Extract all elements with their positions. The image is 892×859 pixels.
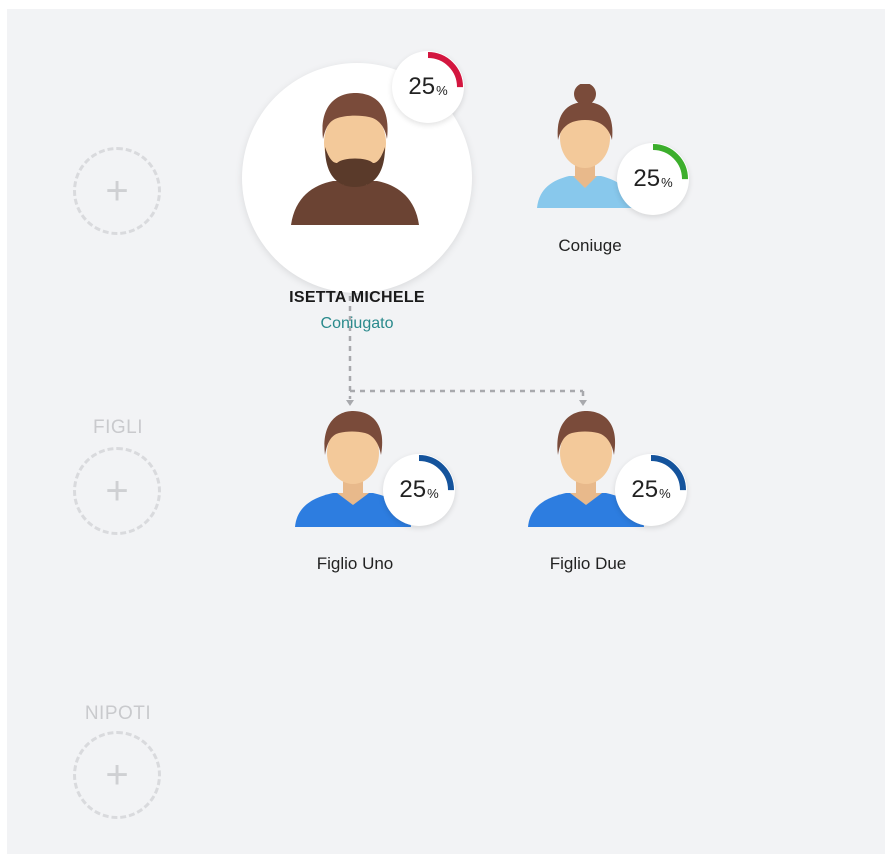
share-unit: % — [661, 175, 673, 190]
share-badge: 25% — [392, 51, 464, 123]
share-badge: 25% — [617, 143, 689, 215]
share-value: 25 — [633, 165, 661, 192]
share-value: 25 — [408, 73, 436, 100]
child-name: Figlio Uno — [316, 554, 394, 573]
share-badge: 25% — [383, 454, 455, 526]
share-value: 25 — [399, 476, 427, 503]
family-tree-canvas: + FIGLI + NIPOTI + ISETTA MICHELE Coniug… — [7, 9, 885, 854]
share-unit: % — [659, 486, 671, 501]
share-value: 25 — [631, 476, 659, 503]
main-person-name: ISETTA MICHELE — [289, 289, 425, 306]
share-badge: 25% — [615, 454, 687, 526]
share-unit: % — [427, 486, 439, 501]
child-name: Figlio Due — [549, 554, 627, 573]
share-unit: % — [436, 83, 448, 98]
main-person-status: Coniugato — [320, 315, 394, 332]
spouse-name: Coniuge — [558, 236, 622, 255]
